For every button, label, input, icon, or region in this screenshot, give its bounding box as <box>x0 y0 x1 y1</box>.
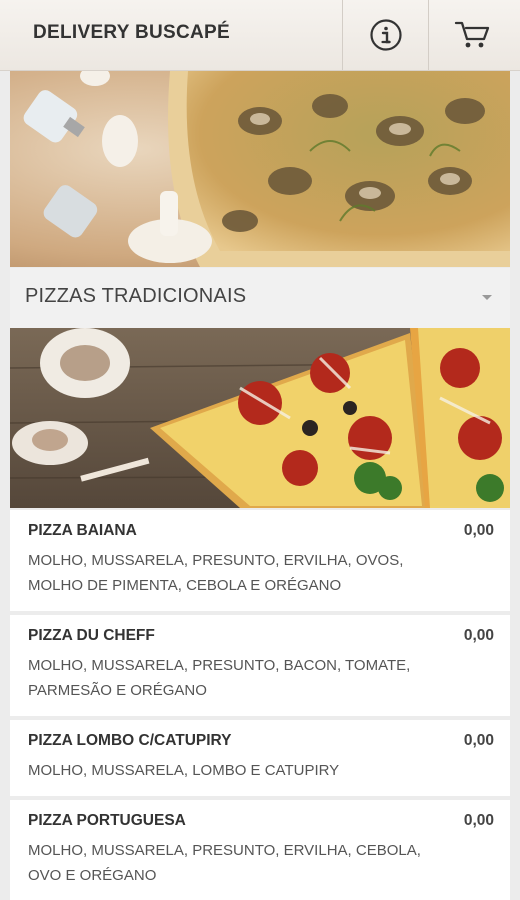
menu-item[interactable]: PIZZA DU CHEFF 0,00 MOLHO, MUSSARELA, PR… <box>10 615 510 716</box>
cart-button[interactable] <box>428 0 515 70</box>
item-price: 0,00 <box>463 627 494 644</box>
item-name: PIZZA LOMBO C/CATUPIRY <box>28 732 232 749</box>
info-icon <box>370 19 402 51</box>
item-price: 0,00 <box>463 732 494 749</box>
menu-item[interactable]: PIZZA LOMBO C/CATUPIRY 0,00 MOLHO, MUSSA… <box>10 720 510 796</box>
item-description: MOLHO, MUSSARELA, PRESUNTO, ERVILHA, OVO… <box>28 552 404 594</box>
menu-item[interactable]: PIZZA BAIANA 0,00 MOLHO, MUSSARELA, PRES… <box>10 510 510 611</box>
app-title: DELIVERY BUSCAPÉ <box>33 22 230 43</box>
category-image <box>10 328 510 508</box>
top-bar: DELIVERY BUSCAPÉ <box>0 0 520 71</box>
item-price: 0,00 <box>463 522 494 539</box>
item-name: PIZZA PORTUGUESA <box>28 812 186 829</box>
chevron-down-icon <box>482 295 492 300</box>
menu-items-list: PIZZA BAIANA 0,00 MOLHO, MUSSARELA, PRES… <box>10 510 510 900</box>
item-description: MOLHO, MUSSARELA, PRESUNTO, ERVILHA, CEB… <box>28 842 421 884</box>
item-description: MOLHO, MUSSARELA, LOMBO E CATUPIRY <box>28 762 340 779</box>
info-button[interactable] <box>342 0 429 70</box>
item-price: 0,00 <box>463 812 494 829</box>
category-header[interactable]: PIZZAS TRADICIONAIS <box>10 268 510 329</box>
item-description: MOLHO, MUSSARELA, PRESUNTO, BACON, TOMAT… <box>28 657 411 699</box>
cart-icon <box>454 21 490 48</box>
category-title: PIZZAS TRADICIONAIS <box>25 285 247 307</box>
item-name: PIZZA BAIANA <box>28 522 137 539</box>
item-name: PIZZA DU CHEFF <box>28 627 155 644</box>
menu-item[interactable]: PIZZA PORTUGUESA 0,00 MOLHO, MUSSARELA, … <box>10 800 510 900</box>
hero-image <box>10 71 510 267</box>
app-screen: DELIVERY BUSCAPÉ PIZZAS TRADICIONAIS PIZ… <box>0 0 520 900</box>
